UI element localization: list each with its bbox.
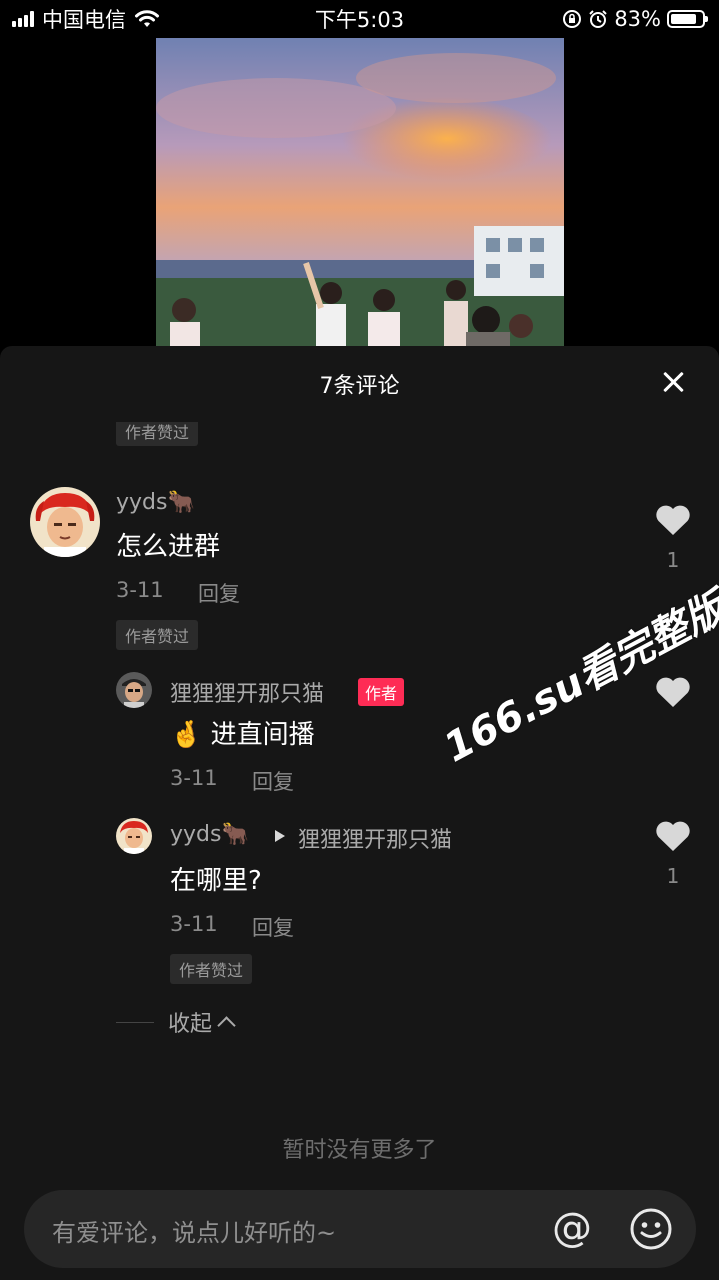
comment-input-bar: 有爱评论，说点儿好听的~ @ bbox=[0, 1176, 719, 1280]
avatar[interactable] bbox=[30, 487, 100, 557]
like-button[interactable]: 1 bbox=[653, 820, 693, 888]
signal-icon bbox=[12, 11, 34, 27]
battery-icon bbox=[667, 10, 708, 28]
heart-icon[interactable] bbox=[655, 504, 691, 536]
wifi-icon bbox=[135, 10, 159, 27]
orientation-lock-icon bbox=[563, 10, 582, 28]
reply-username[interactable]: 狸狸狸开那只猫 bbox=[170, 676, 324, 708]
like-button[interactable]: 1 bbox=[653, 504, 693, 572]
carrier-label: 中国电信 bbox=[42, 8, 126, 32]
comment-panel: 7条评论 作者赞过 yyds🐂 怎么进群 3-11 回复 作者赞过 1 狸狸狸开… bbox=[0, 346, 719, 1280]
comment-date: 3-11 bbox=[116, 578, 164, 602]
video-preview[interactable] bbox=[156, 38, 564, 346]
author-liked-tag: 作者赞过 bbox=[170, 954, 253, 984]
collapse-replies-button[interactable]: 收起 bbox=[116, 1006, 236, 1038]
video-scene bbox=[156, 38, 564, 346]
reply-arrow-icon bbox=[275, 830, 285, 842]
panel-title: 7条评论 bbox=[319, 374, 400, 399]
alarm-icon bbox=[589, 10, 608, 28]
like-count: 1 bbox=[666, 864, 680, 888]
comment-input-placeholder: 有爱评论，说点儿好听的~ bbox=[52, 1219, 337, 1247]
status-left: 中国电信 bbox=[0, 4, 160, 34]
reply-button[interactable]: 回复 bbox=[252, 766, 294, 796]
author-liked-tag: 作者赞过 bbox=[116, 620, 199, 650]
avatar[interactable] bbox=[116, 672, 152, 708]
reply-text: 在哪里? bbox=[170, 866, 262, 896]
comment-text: 怎么进群 bbox=[116, 532, 221, 562]
close-icon[interactable] bbox=[661, 370, 685, 394]
divider bbox=[116, 1021, 154, 1023]
avatar[interactable] bbox=[116, 818, 152, 854]
avatar-image bbox=[116, 672, 152, 708]
chevron-up-icon bbox=[217, 1015, 236, 1035]
reply-button[interactable]: 回复 bbox=[198, 578, 240, 608]
at-icon[interactable]: @ bbox=[552, 1204, 592, 1252]
heart-icon[interactable] bbox=[655, 820, 691, 852]
status-bar: 中国电信 下午5:03 83% bbox=[0, 0, 719, 38]
reply-text: 🤞 进直间播 bbox=[170, 720, 315, 750]
like-button[interactable] bbox=[653, 676, 693, 712]
author-badge: 作者 bbox=[358, 678, 405, 706]
reply-date: 3-11 bbox=[170, 766, 218, 790]
comment-username[interactable]: yyds🐂 bbox=[116, 490, 195, 515]
status-right: 83% bbox=[562, 7, 719, 31]
reply-button[interactable]: 回复 bbox=[252, 912, 294, 942]
comment-input[interactable]: 有爱评论，说点儿好听的~ @ bbox=[24, 1190, 696, 1268]
battery-percent: 83% bbox=[614, 7, 661, 31]
author-liked-tag: 作者赞过 bbox=[116, 422, 199, 446]
reply-date: 3-11 bbox=[170, 912, 218, 936]
emoji-icon[interactable] bbox=[629, 1207, 673, 1251]
reply-username[interactable]: yyds🐂 bbox=[170, 822, 249, 847]
avatar-image bbox=[30, 487, 100, 557]
collapse-label: 收起 bbox=[168, 1012, 213, 1037]
no-more-comments: 暂时没有更多了 bbox=[282, 1138, 437, 1163]
like-count: 1 bbox=[666, 548, 680, 572]
reply-to-username[interactable]: 狸狸狸开那只猫 bbox=[298, 822, 452, 854]
avatar-image bbox=[116, 818, 152, 854]
heart-icon[interactable] bbox=[655, 676, 691, 708]
